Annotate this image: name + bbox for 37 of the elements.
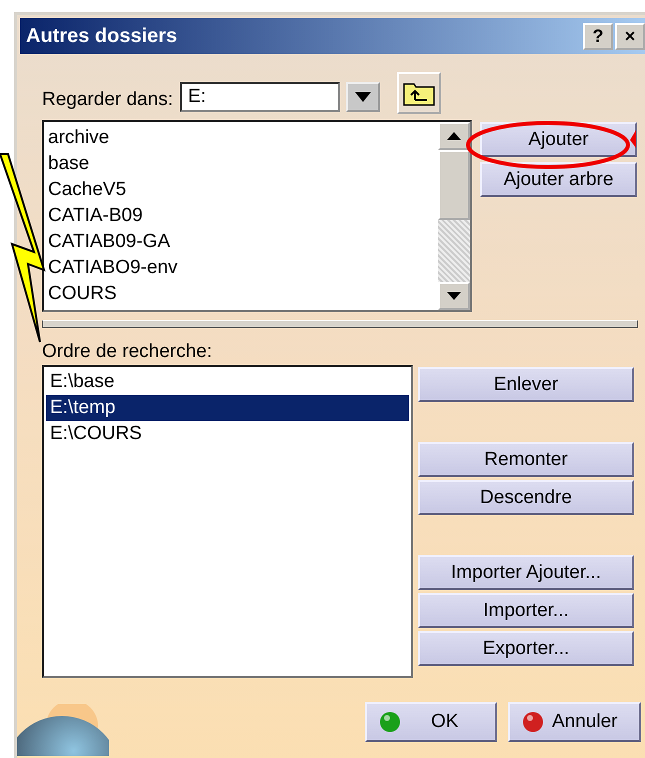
search-path-item[interactable]: E:\base xyxy=(46,369,409,395)
folder-item[interactable]: CacheV5 xyxy=(48,177,434,203)
scrollbar[interactable] xyxy=(438,122,470,310)
callout-arrow xyxy=(630,130,636,148)
search-order-list[interactable]: E:\base E:\temp E:\COURS xyxy=(42,365,413,678)
scroll-down-icon xyxy=(447,292,461,300)
ball-icon xyxy=(379,711,401,733)
action-button[interactable]: Exporter... xyxy=(418,631,634,666)
action-button[interactable]: Descendre xyxy=(418,480,634,515)
cancel-button[interactable]: Annuler xyxy=(508,702,641,742)
window-title: Autres dossiers xyxy=(26,24,178,48)
folder-item[interactable]: CATIABO9-env xyxy=(48,255,434,281)
action-button[interactable]: Remonter xyxy=(418,442,634,477)
folder-item[interactable]: CATIAB09-GA xyxy=(48,229,434,255)
action-button[interactable]: Importer... xyxy=(418,593,634,628)
caret-icon xyxy=(354,91,372,103)
look-in-label: Regarder dans: xyxy=(42,89,173,111)
search-order-label: Ordre de recherche: xyxy=(42,341,214,363)
folder-item[interactable]: archive xyxy=(48,125,434,151)
folder-item[interactable]: CATIA-B09 xyxy=(48,203,434,229)
scroll-up-icon xyxy=(447,132,461,140)
ok-button[interactable]: OK xyxy=(365,702,497,742)
action-button[interactable]: Enlever xyxy=(418,367,634,402)
add-button[interactable]: Ajouter arbre xyxy=(480,162,637,197)
splitter-bar[interactable] xyxy=(42,320,638,328)
ball-icon xyxy=(522,711,544,733)
parent-folder-button[interactable] xyxy=(396,72,441,114)
search-path-item[interactable]: E:\COURS xyxy=(46,421,409,447)
folder-list[interactable]: archive base CacheV5 CATIA-B09 CATIAB09-GA CATIABO9-env COURS xyxy=(42,120,472,312)
folder-item[interactable]: base xyxy=(48,151,434,177)
dropdown-button[interactable] xyxy=(346,82,380,112)
look-in-field[interactable]: E: xyxy=(180,82,340,112)
action-button[interactable]: Importer Ajouter... xyxy=(418,555,634,590)
folder-item[interactable]: COURS xyxy=(48,281,434,307)
help-button[interactable]: ? xyxy=(583,22,613,50)
search-path-item[interactable]: E:\temp xyxy=(46,395,409,421)
close-button[interactable]: × xyxy=(615,22,645,50)
